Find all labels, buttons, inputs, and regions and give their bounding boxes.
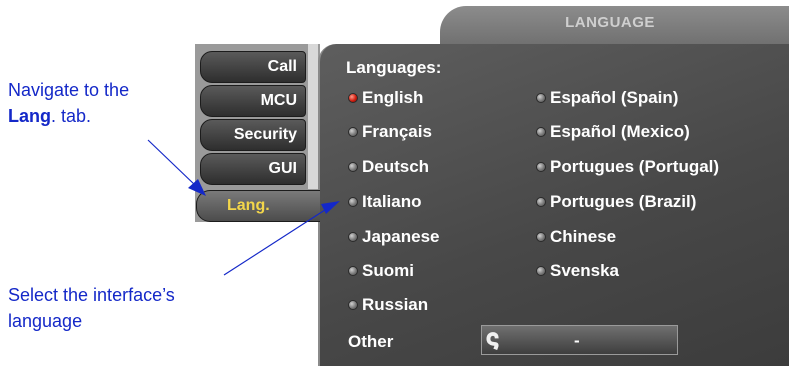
tabs-separator <box>308 44 318 189</box>
languages-heading: Languages: <box>346 58 442 77</box>
language-label: Portugues (Portugal) <box>550 157 720 176</box>
language-option-portugues-portugal[interactable]: Portugues (Portugal) <box>536 156 719 178</box>
radio-selected-icon <box>348 93 358 103</box>
radio-icon <box>536 162 546 172</box>
tab-mcu[interactable]: MCU <box>200 85 306 117</box>
language-label: Deutsch <box>362 157 430 176</box>
tab-gui[interactable]: GUI <box>200 153 306 185</box>
radio-icon <box>536 197 546 207</box>
language-option-suomi[interactable]: Suomi <box>348 260 414 282</box>
annotation-select-line2: language <box>8 311 83 331</box>
language-option-chinese[interactable]: Chinese <box>536 226 616 248</box>
radio-icon <box>536 93 546 103</box>
language-option-svenska[interactable]: Svenska <box>536 260 619 282</box>
language-label: Suomi <box>362 261 414 280</box>
language-option-deutsch[interactable]: Deutsch <box>348 156 429 178</box>
arrow-to-lang-tab <box>147 139 197 187</box>
language-label: Chinese <box>550 227 617 246</box>
radio-icon <box>348 127 358 137</box>
language-label: Russian <box>362 295 429 314</box>
language-option-english[interactable]: English <box>348 87 423 109</box>
language-option-portugues-brazil[interactable]: Portugues (Brazil) <box>536 191 696 213</box>
annotation-select: Select the interface’s language <box>8 282 175 334</box>
radio-icon <box>536 266 546 276</box>
annotation-navigate: Navigate to the Lang. tab. <box>8 77 129 129</box>
language-label: Portugues (Brazil) <box>550 192 697 211</box>
language-option-espanol-mexico[interactable]: Español (Mexico) <box>536 121 690 143</box>
annotation-navigate-line1: Navigate to the <box>8 80 130 100</box>
language-label: Italiano <box>362 192 422 211</box>
tab-lang[interactable]: Lang. <box>196 190 320 222</box>
radio-icon <box>536 127 546 137</box>
language-option-francais[interactable]: Français <box>348 121 432 143</box>
language-label: Español (Spain) <box>550 88 679 107</box>
tab-call[interactable]: Call <box>200 51 306 83</box>
tab-security[interactable]: Security <box>200 119 306 151</box>
swirl-icon: 𝛓 <box>486 326 500 351</box>
annotation-navigate-suffix: . tab. <box>51 106 92 126</box>
language-option-japanese[interactable]: Japanese <box>348 226 440 248</box>
radio-icon <box>348 162 358 172</box>
language-option-espanol-spain[interactable]: Español (Spain) <box>536 87 678 109</box>
language-option-italiano[interactable]: Italiano <box>348 191 422 213</box>
page-title: LANGUAGE <box>565 14 655 31</box>
annotation-navigate-bold: Lang <box>8 106 51 126</box>
other-label: Other <box>348 332 394 351</box>
other-language-value: - <box>574 331 580 350</box>
language-label: Svenska <box>550 261 619 280</box>
annotation-select-line1: Select the interface’s <box>8 285 175 305</box>
language-label: English <box>362 88 424 107</box>
language-option-russian[interactable]: Russian <box>348 294 428 316</box>
radio-icon <box>348 197 358 207</box>
radio-icon <box>536 232 546 242</box>
radio-icon <box>348 300 358 310</box>
radio-icon <box>348 232 358 242</box>
language-label: Español (Mexico) <box>550 122 690 141</box>
language-label: Japanese <box>362 227 440 246</box>
language-label: Français <box>362 122 432 141</box>
radio-icon <box>348 266 358 276</box>
